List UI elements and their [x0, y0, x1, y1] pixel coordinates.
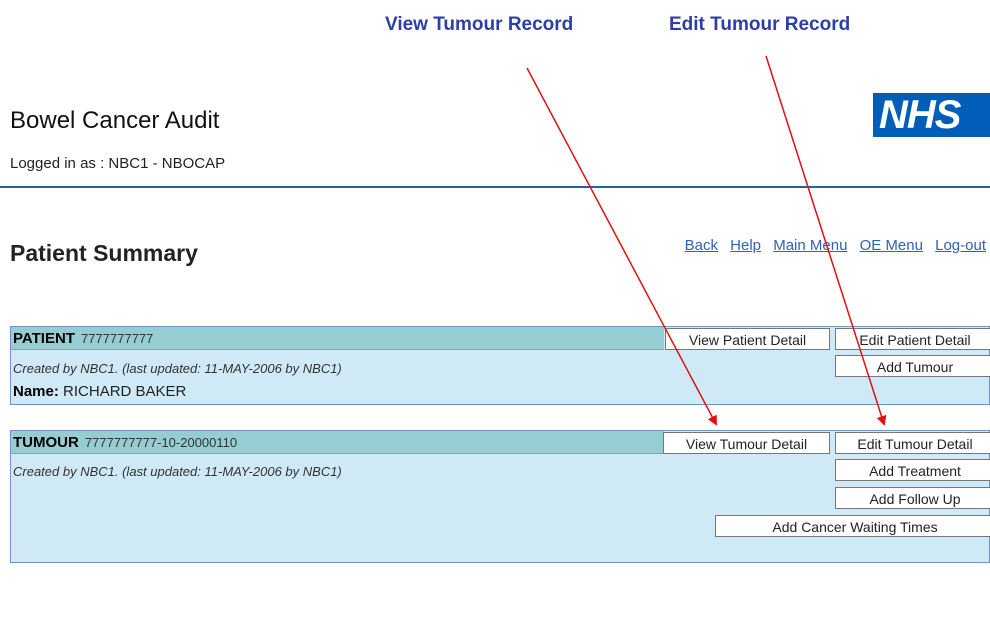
tumour-label-text: TUMOUR — [13, 434, 79, 451]
patient-label: PATIENT 7777777777 — [13, 330, 153, 347]
tumour-created-info: Created by NBC1. (last updated: 11-MAY-2… — [13, 464, 342, 479]
patient-name-value: RICHARD BAKER — [63, 383, 187, 400]
patient-created-info: Created by NBC1. (last updated: 11-MAY-2… — [13, 361, 342, 376]
nav-logout-link[interactable]: Log-out — [935, 237, 986, 254]
edit-patient-detail-button[interactable]: Edit Patient Detail — [835, 328, 990, 350]
add-treatment-button[interactable]: Add Treatment — [835, 459, 990, 481]
nav-back-link[interactable]: Back — [685, 237, 718, 254]
add-follow-up-button[interactable]: Add Follow Up — [835, 487, 990, 509]
page-title: Patient Summary — [10, 240, 198, 266]
tumour-label: TUMOUR 7777777777-10-20000110 — [13, 434, 237, 451]
patient-name-row: Name: RICHARD BAKER — [13, 383, 186, 400]
patient-header-bar: PATIENT 7777777777 — [11, 327, 664, 350]
tumour-id: 7777777777-10-20000110 — [84, 435, 238, 450]
tumour-header-bar: TUMOUR 7777777777-10-20000110 — [11, 431, 664, 454]
header-divider — [0, 186, 990, 188]
nhs-logo: NHS — [873, 93, 990, 137]
nav-help-link[interactable]: Help — [730, 237, 761, 254]
patient-label-text: PATIENT — [13, 330, 75, 347]
app-title: Bowel Cancer Audit — [10, 107, 220, 134]
add-tumour-button[interactable]: Add Tumour — [835, 355, 990, 377]
top-nav: Back Help Main Menu OE Menu Log-out — [677, 237, 986, 254]
tumour-panel: TUMOUR 7777777777-10-20000110 Created by … — [10, 430, 990, 563]
add-cancer-waiting-times-button[interactable]: Add Cancer Waiting Times — [715, 515, 990, 537]
callout-edit-tumour-record: Edit Tumour Record — [669, 14, 851, 35]
patient-name-label: Name: — [13, 383, 59, 400]
logged-in-prefix: Logged in as : — [10, 155, 105, 172]
nav-oe-menu-link[interactable]: OE Menu — [860, 237, 923, 254]
patient-panel: PATIENT 7777777777 Created by NBC1. (last… — [10, 326, 990, 405]
nav-main-menu-link[interactable]: Main Menu — [773, 237, 847, 254]
view-patient-detail-button[interactable]: View Patient Detail — [665, 328, 830, 350]
view-tumour-detail-button[interactable]: View Tumour Detail — [663, 432, 830, 454]
edit-tumour-detail-button[interactable]: Edit Tumour Detail — [835, 432, 990, 454]
logged-in-user: NBC1 - NBOCAP — [108, 155, 226, 172]
patient-id: 7777777777 — [80, 331, 154, 346]
logged-in-status: Logged in as : NBC1 - NBOCAP — [10, 155, 225, 172]
callout-view-tumour-record: View Tumour Record — [385, 14, 574, 35]
